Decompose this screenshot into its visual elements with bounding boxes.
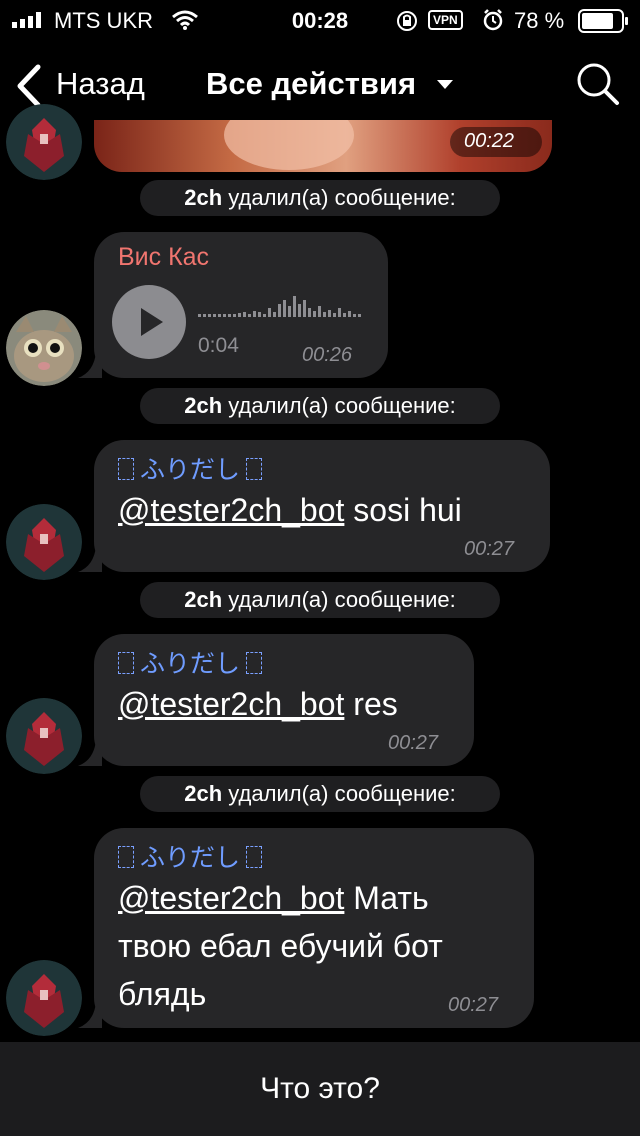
service-text: удалил(а) сообщение: <box>228 393 456 418</box>
actor-name: 2ch <box>184 587 223 612</box>
avatar[interactable] <box>6 104 82 180</box>
back-chevron-icon[interactable] <box>14 64 42 108</box>
alarm-icon <box>483 9 503 31</box>
service-message: 2ch удалил(а) сообщение: <box>140 388 500 424</box>
sender-name-row: ふりだし <box>112 644 268 680</box>
mention-link[interactable]: @tester2ch_bot <box>118 492 344 528</box>
message-time: 00:27 <box>388 732 439 754</box>
mention-link[interactable]: @tester2ch_bot <box>118 686 344 722</box>
message-text: @tester2ch_bot res <box>118 686 398 722</box>
status-bar: MTS UKR 00:28 VPN 78 % <box>0 0 640 40</box>
search-icon[interactable] <box>576 62 620 106</box>
message-time: 00:27 <box>448 994 499 1016</box>
message-time: 00:26 <box>302 344 353 366</box>
avatar[interactable] <box>6 310 82 386</box>
sender-name-row: ふりだし <box>112 838 268 874</box>
message-time: 00:27 <box>464 538 515 560</box>
bubble-tail <box>78 1002 102 1028</box>
service-message: 2ch удалил(а) сообщение: <box>140 582 500 618</box>
play-button[interactable] <box>112 285 186 359</box>
back-button[interactable]: Назад <box>56 66 145 102</box>
avatar[interactable] <box>6 698 82 774</box>
service-message: 2ch удалил(а) сообщение: <box>140 180 500 216</box>
sender-name: Вис Кас <box>118 243 210 271</box>
avatar[interactable] <box>6 960 82 1036</box>
what-is-this-button[interactable]: Что это? <box>0 1072 640 1106</box>
message-time: 00:22 <box>464 130 515 152</box>
actor-name: 2ch <box>184 185 223 210</box>
service-text: удалил(а) сообщение: <box>228 781 456 806</box>
service-message: 2ch удалил(а) сообщение: <box>140 776 500 812</box>
bubble-tail <box>78 352 102 378</box>
bubble-tail <box>78 546 102 572</box>
avatar[interactable] <box>6 504 82 580</box>
actor-name: 2ch <box>184 393 223 418</box>
service-text: удалил(а) сообщение: <box>228 185 456 210</box>
message-text: @tester2ch_bot Мать твою ебал ебучий бот… <box>118 880 443 1012</box>
chevron-down-icon[interactable] <box>437 80 453 89</box>
sender-name: ふりだし <box>140 456 241 484</box>
bubble-tail <box>78 740 102 766</box>
sender-name-row: ふりだし <box>112 450 268 486</box>
page-title[interactable]: Все действия <box>206 66 416 102</box>
battery-icon <box>578 9 628 33</box>
play-icon <box>141 308 163 336</box>
orientation-lock-icon <box>397 11 417 31</box>
sender-name: ふりだし <box>140 844 241 872</box>
battery-percent: 78 % <box>514 8 565 33</box>
waveform <box>198 296 361 317</box>
sender-name: ふりだし <box>140 650 241 678</box>
vpn-badge: VPN <box>428 10 463 30</box>
actor-name: 2ch <box>184 781 223 806</box>
service-text: удалил(а) сообщение: <box>228 587 456 612</box>
message-text: @tester2ch_bot sosi hui <box>118 492 462 528</box>
voice-duration: 0:04 <box>198 334 239 357</box>
mention-link[interactable]: @tester2ch_bot <box>118 880 344 916</box>
